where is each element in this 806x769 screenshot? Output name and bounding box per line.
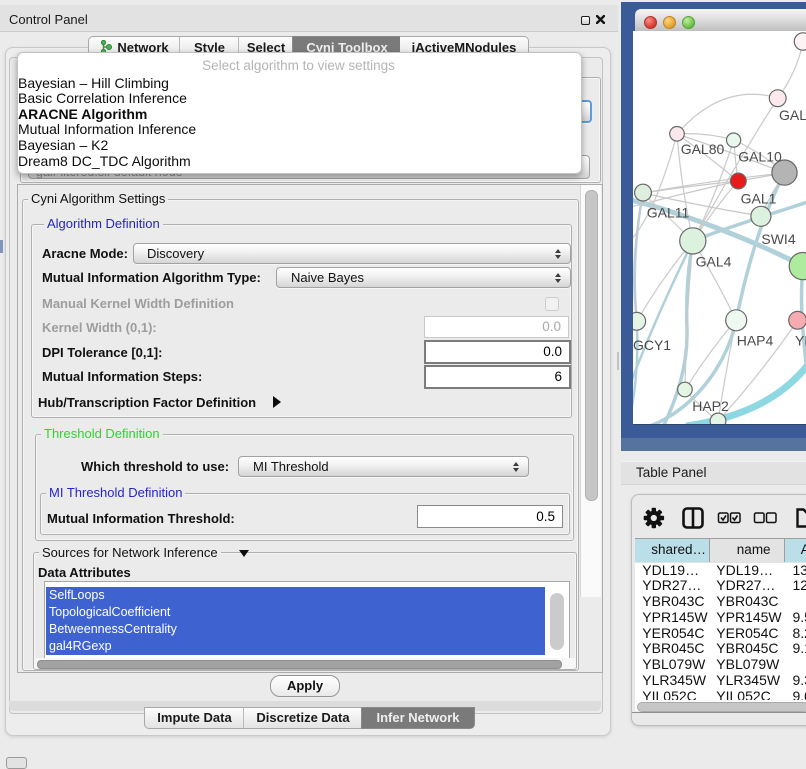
svg-text:GAL80: GAL80 xyxy=(681,141,725,157)
svg-text:GAL7: GAL7 xyxy=(779,107,806,123)
svg-text:GAL10: GAL10 xyxy=(738,149,782,165)
svg-text:HAP2: HAP2 xyxy=(692,398,729,414)
svg-text:SWI4: SWI4 xyxy=(761,231,795,247)
svg-text:GAL4: GAL4 xyxy=(696,254,732,270)
svg-text:GAL11: GAL11 xyxy=(647,205,690,221)
svg-text:GAL1: GAL1 xyxy=(741,191,777,207)
svg-text:GCY1: GCY1 xyxy=(633,337,671,353)
svg-text:YM: YM xyxy=(795,333,806,349)
svg-text:HAP4: HAP4 xyxy=(737,333,774,349)
